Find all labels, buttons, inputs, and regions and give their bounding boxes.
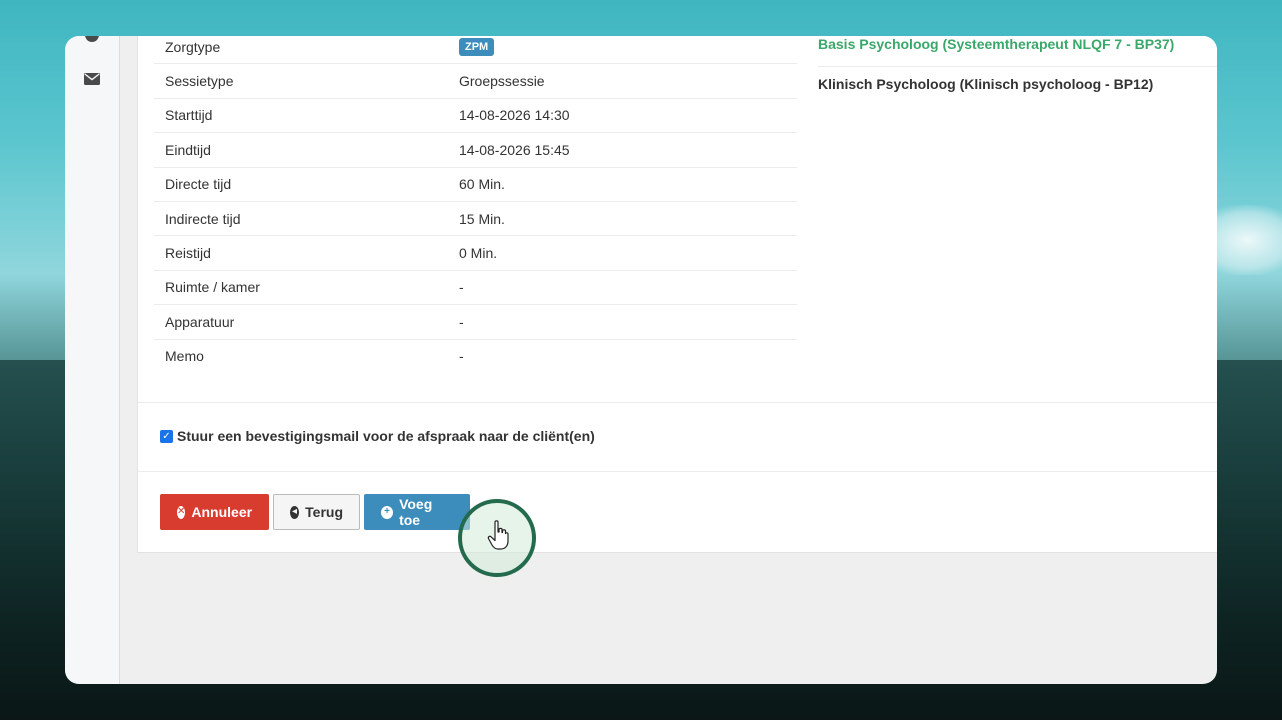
- plus-circle-icon: +: [381, 505, 394, 519]
- detail-row-sessietype: Sessietype Groepssessie: [154, 64, 797, 99]
- app-window: Zorgtype ZPM Sessietype Groepssessie Sta…: [65, 36, 1217, 684]
- detail-row-reistijd: Reistijd 0 Min.: [154, 236, 797, 271]
- add-button[interactable]: + Voeg toe: [364, 494, 470, 530]
- detail-value: -: [459, 348, 464, 365]
- detail-label: Memo: [165, 348, 204, 365]
- detail-label: Starttijd: [165, 107, 213, 124]
- add-button-label: Voeg toe: [399, 496, 433, 528]
- section-divider: [138, 471, 1217, 472]
- detail-value: ZPM: [459, 37, 797, 57]
- envelope-icon[interactable]: [84, 73, 100, 85]
- detail-row-memo: Memo -: [154, 340, 797, 373]
- zorgtype-badge: ZPM: [459, 38, 495, 57]
- detail-label: Zorgtype: [165, 38, 221, 55]
- detail-row-zorgtype: Zorgtype ZPM: [154, 36, 797, 65]
- confirmation-mail-checkbox[interactable]: ✓: [160, 429, 173, 443]
- times-circle-icon: ✕: [177, 505, 186, 519]
- hand-pointer-icon: [487, 520, 509, 550]
- detail-label: Ruimte / kamer: [165, 279, 260, 296]
- detail-row-ruimte: Ruimte / kamer -: [154, 271, 797, 306]
- detail-value: 14-08-2026 14:30: [459, 107, 570, 124]
- detail-row-starttijd: Starttijd 14-08-2026 14:30: [154, 99, 797, 134]
- confirmation-mail-label: Stuur een bevestigingsmail voor de afspr…: [177, 428, 595, 444]
- detail-row-apparatuur: Apparatuur -: [154, 305, 797, 340]
- detail-row-indirecte-tijd: Indirecte tijd 15 Min.: [154, 202, 797, 237]
- detail-label: Sessietype: [165, 73, 234, 90]
- detail-value: -: [459, 279, 464, 296]
- cancel-button-label: Annuleer: [191, 504, 253, 520]
- detail-value: Groepssessie: [459, 73, 545, 90]
- back-button-label: Terug: [305, 504, 343, 520]
- detail-label: Directe tijd: [165, 176, 232, 193]
- detail-label: Indirecte tijd: [165, 210, 241, 227]
- detail-label: Reistijd: [165, 245, 211, 262]
- provider-item[interactable]: Klinisch Psycholoog (Klinisch psycholoog…: [818, 67, 1217, 100]
- detail-value: 14-08-2026 15:45: [459, 141, 570, 158]
- provider-item-active[interactable]: Basis Psycholoog (Systeemtherapeut NLQF …: [818, 36, 1217, 67]
- detail-label: Apparatuur: [165, 313, 235, 330]
- form-actions: ✕ Annuleer ◂ Terug + Voeg toe: [160, 494, 470, 530]
- section-divider: [138, 402, 1217, 403]
- sidebar: [65, 36, 120, 684]
- sidebar-partial-icon[interactable]: [85, 36, 99, 42]
- detail-row-eindtijd: Eindtijd 14-08-2026 15:45: [154, 133, 797, 168]
- appointment-panel: Zorgtype ZPM Sessietype Groepssessie Sta…: [137, 36, 1217, 577]
- detail-row-directe-tijd: Directe tijd 60 Min.: [154, 168, 797, 202]
- detail-value: 0 Min.: [459, 245, 498, 262]
- appointment-details-table: Zorgtype ZPM Sessietype Groepssessie Sta…: [154, 36, 797, 373]
- back-button[interactable]: ◂ Terug: [273, 494, 360, 530]
- detail-value: 15 Min.: [459, 210, 505, 227]
- detail-label: Eindtijd: [165, 141, 211, 158]
- arrow-circle-left-icon: ◂: [290, 505, 300, 519]
- provider-list: Basis Psycholoog (Systeemtherapeut NLQF …: [818, 36, 1217, 100]
- detail-value: -: [459, 313, 464, 330]
- detail-value: 60 Min.: [459, 176, 505, 193]
- confirmation-mail-option[interactable]: ✓ Stuur een bevestigingsmail voor de afs…: [160, 428, 595, 444]
- cancel-button[interactable]: ✕ Annuleer: [160, 494, 269, 530]
